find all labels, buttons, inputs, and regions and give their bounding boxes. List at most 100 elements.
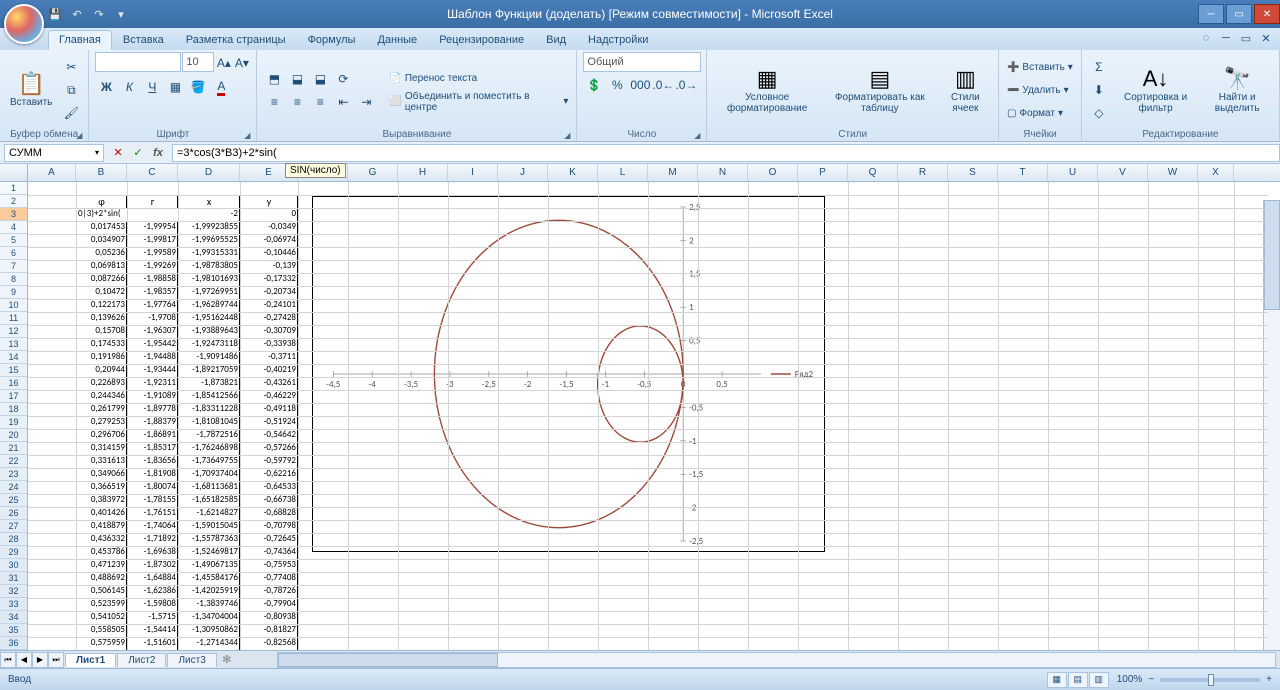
col-header-M[interactable]: M xyxy=(648,164,698,181)
cell-B31[interactable]: 0,488692 xyxy=(76,572,127,585)
cell-E12[interactable]: -0,30709 xyxy=(240,325,298,338)
cell-E6[interactable]: -0,10446 xyxy=(240,247,298,260)
wrap-text-button[interactable]: 📄 Перенос текста xyxy=(387,68,570,90)
tab-home[interactable]: Главная xyxy=(48,30,112,50)
cancel-formula-button[interactable]: ✕ xyxy=(108,144,128,162)
col-header-D[interactable]: D xyxy=(178,164,240,181)
tab-addins[interactable]: Надстройки xyxy=(577,30,659,50)
font-color-icon[interactable]: A xyxy=(210,76,232,98)
cell-B21[interactable]: 0,314159 xyxy=(76,442,127,455)
cut-icon[interactable]: ✂ xyxy=(60,56,82,78)
sheet-tab-1[interactable]: Лист1 xyxy=(65,653,116,667)
cell-B4[interactable]: 0,017453 xyxy=(76,221,127,234)
cell-B7[interactable]: 0,069813 xyxy=(76,260,127,273)
cell-D27[interactable]: -1,59015045 xyxy=(178,520,240,533)
decrease-indent-icon[interactable]: ⇤ xyxy=(332,91,354,113)
cell-C33[interactable]: -1,59808 xyxy=(127,598,178,611)
cell-C5[interactable]: -1,99817 xyxy=(127,234,178,247)
tab-formulas[interactable]: Формулы xyxy=(297,30,367,50)
underline-button[interactable]: Ч xyxy=(141,76,163,98)
sort-filter-button[interactable]: A↓Сортировка и фильтр xyxy=(1114,52,1198,128)
sheet-tab-2[interactable]: Лист2 xyxy=(117,653,166,667)
sheet-tab-3[interactable]: Лист3 xyxy=(167,653,216,667)
col-header-P[interactable]: P xyxy=(798,164,848,181)
row-header-17[interactable]: 17 xyxy=(0,390,27,403)
cell-D24[interactable]: -1,68113681 xyxy=(178,481,240,494)
cell-C35[interactable]: -1,54414 xyxy=(127,624,178,637)
cell-D22[interactable]: -1,73649755 xyxy=(178,455,240,468)
col-header-H[interactable]: H xyxy=(398,164,448,181)
cell-B26[interactable]: 0,401426 xyxy=(76,507,127,520)
col-header-C[interactable]: C xyxy=(127,164,178,181)
row-header-26[interactable]: 26 xyxy=(0,507,27,520)
format-painter-icon[interactable]: 🖌 xyxy=(60,102,82,124)
border-icon[interactable]: ▦ xyxy=(164,76,186,98)
cell-C13[interactable]: -1,95442 xyxy=(127,338,178,351)
cell-E27[interactable]: -0,70798 xyxy=(240,520,298,533)
name-box[interactable]: СУММ▾ xyxy=(4,144,104,162)
cell-B29[interactable]: 0,453786 xyxy=(76,546,127,559)
comma-icon[interactable]: 000 xyxy=(629,74,651,96)
col-header-T[interactable]: T xyxy=(998,164,1048,181)
cell-D5[interactable]: -1,99695525 xyxy=(178,234,240,247)
cell-D17[interactable]: -1,85412566 xyxy=(178,390,240,403)
cell-C15[interactable]: -1,93444 xyxy=(127,364,178,377)
clear-icon[interactable]: ◇ xyxy=(1088,102,1110,124)
row-header-35[interactable]: 35 xyxy=(0,624,27,637)
cell-B33[interactable]: 0,523599 xyxy=(76,598,127,611)
row-header-15[interactable]: 15 xyxy=(0,364,27,377)
col-header-Q[interactable]: Q xyxy=(848,164,898,181)
cell-C29[interactable]: -1,69638 xyxy=(127,546,178,559)
paste-button[interactable]: 📋 Вставить xyxy=(6,52,56,128)
cell-E28[interactable]: -0,72645 xyxy=(240,533,298,546)
row-header-2[interactable]: 2 xyxy=(0,195,27,208)
row-header-28[interactable]: 28 xyxy=(0,533,27,546)
cell-B20[interactable]: 0,296706 xyxy=(76,429,127,442)
row-header-21[interactable]: 21 xyxy=(0,442,27,455)
cell-D32[interactable]: -1,42025919 xyxy=(178,585,240,598)
cell-B8[interactable]: 0,087266 xyxy=(76,273,127,286)
row-header-13[interactable]: 13 xyxy=(0,338,27,351)
col-header-G[interactable]: G xyxy=(348,164,398,181)
select-all-corner[interactable] xyxy=(0,164,28,181)
cell-E11[interactable]: -0,27428 xyxy=(240,312,298,325)
zoom-in-button[interactable]: + xyxy=(1266,674,1272,685)
format-as-table-button[interactable]: ▤Форматировать как таблицу xyxy=(825,52,935,128)
col-header-X[interactable]: X xyxy=(1198,164,1234,181)
cell-B16[interactable]: 0,226893 xyxy=(76,377,127,390)
cell-E26[interactable]: -0,68828 xyxy=(240,507,298,520)
col-header-N[interactable]: N xyxy=(698,164,748,181)
format-cells-button[interactable]: ▢ Формат ▾ xyxy=(1005,102,1075,124)
row-header-12[interactable]: 12 xyxy=(0,325,27,338)
cell-E23[interactable]: -0,62216 xyxy=(240,468,298,481)
row-header-32[interactable]: 32 xyxy=(0,585,27,598)
save-icon[interactable]: 💾 xyxy=(46,5,64,23)
cell-B22[interactable]: 0,331613 xyxy=(76,455,127,468)
cell-C18[interactable]: -1,89778 xyxy=(127,403,178,416)
cell-C30[interactable]: -1,87302 xyxy=(127,559,178,572)
shrink-font-icon[interactable]: A▾ xyxy=(233,52,250,74)
align-left-icon[interactable]: ≡ xyxy=(263,91,285,113)
cell-styles-button[interactable]: ▥Стили ячеек xyxy=(939,52,992,128)
cell-D29[interactable]: -1,52469817 xyxy=(178,546,240,559)
zoom-thumb[interactable] xyxy=(1208,674,1214,686)
cell-B36[interactable]: 0,575959 xyxy=(76,637,127,650)
cell-D14[interactable]: -1,9091486 xyxy=(178,351,240,364)
conditional-format-button[interactable]: ▦Условное форматирование xyxy=(713,52,821,128)
cell-B28[interactable]: 0,436332 xyxy=(76,533,127,546)
close-button[interactable]: ✕ xyxy=(1254,4,1280,24)
cell-C31[interactable]: -1,64884 xyxy=(127,572,178,585)
zoom-level[interactable]: 100% xyxy=(1117,674,1143,685)
tab-review[interactable]: Рецензирование xyxy=(428,30,535,50)
cell-B19[interactable]: 0,279253 xyxy=(76,416,127,429)
cell-B14[interactable]: 0,191986 xyxy=(76,351,127,364)
office-button[interactable] xyxy=(4,4,44,44)
cell-B24[interactable]: 0,366519 xyxy=(76,481,127,494)
cell-B9[interactable]: 0,10472 xyxy=(76,286,127,299)
page-layout-view-button[interactable]: ▤ xyxy=(1068,672,1088,688)
cell-C36[interactable]: -1,51601 xyxy=(127,637,178,650)
cell-D26[interactable]: -1,6214827 xyxy=(178,507,240,520)
cell-B35[interactable]: 0,558505 xyxy=(76,624,127,637)
cell-C21[interactable]: -1,85317 xyxy=(127,442,178,455)
col-header-B[interactable]: B xyxy=(76,164,127,181)
